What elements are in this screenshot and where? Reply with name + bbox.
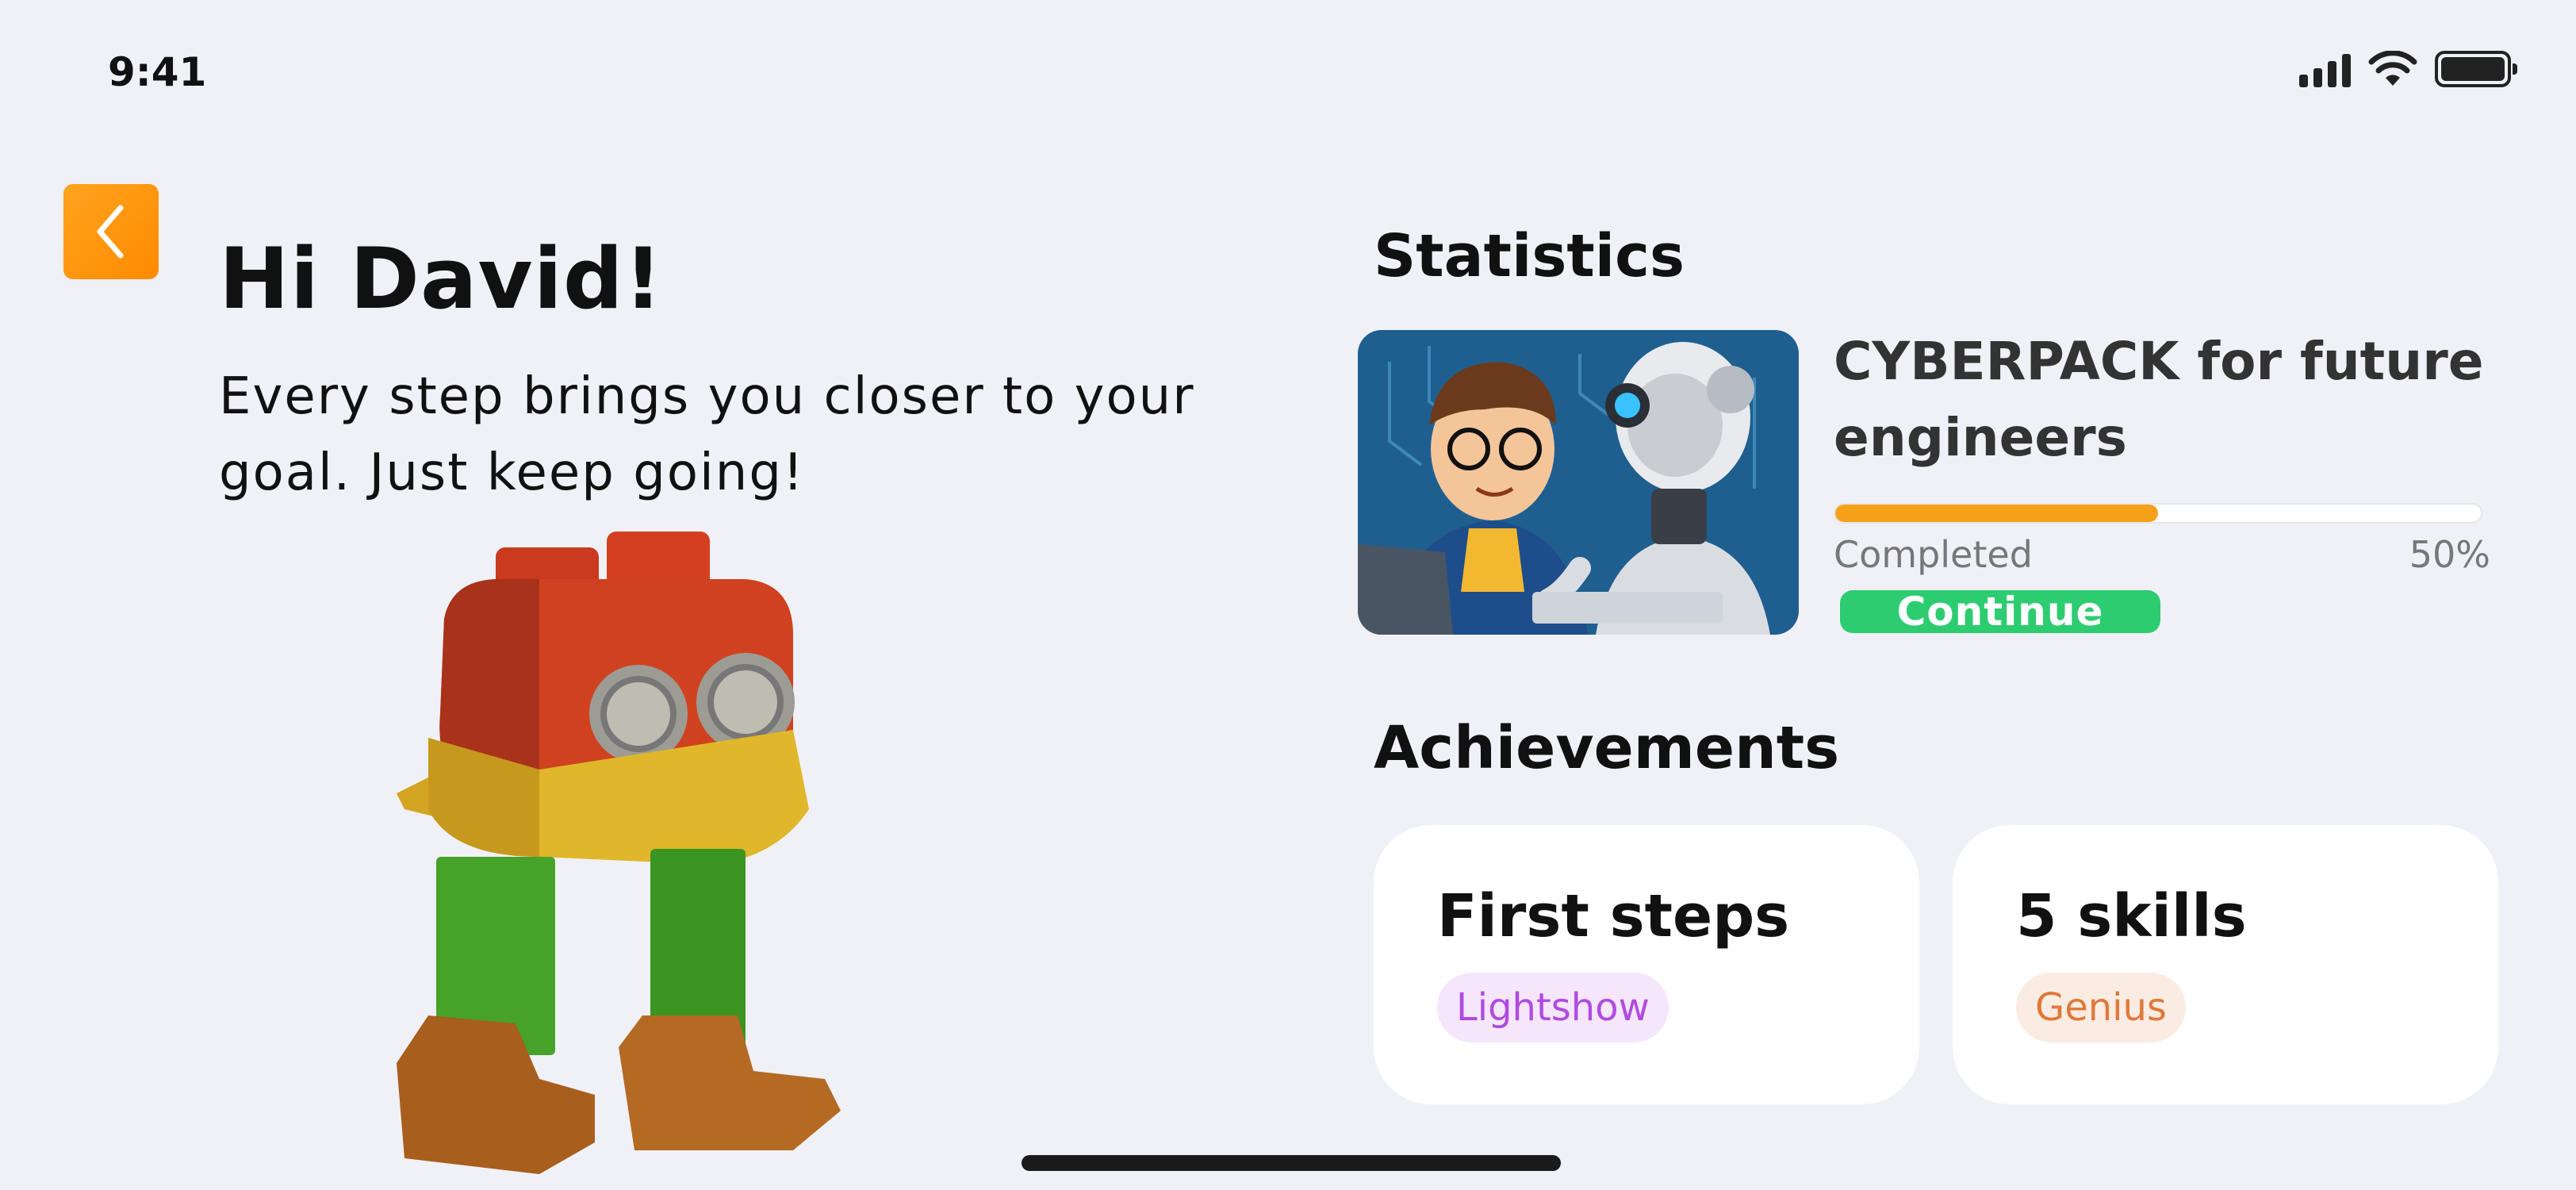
home-indicator[interactable] [1022,1155,1561,1171]
achievement-title: First steps [1437,882,1790,950]
wifi-icon [2368,51,2417,86]
greeting-subtitle: Every step brings you closer to your goa… [219,367,1195,502]
status-time: 9:41 [108,49,207,95]
course-thumbnail[interactable] [1358,330,1799,635]
statistics-title: Statistics [1374,222,1685,290]
greeting-title: Hi David! [219,230,664,328]
status-icons [2299,51,2517,87]
cellular-signal-icon [2299,51,2351,87]
achievement-tag: Genius [2016,973,2186,1042]
course-progress-bar [1834,503,2482,524]
back-button[interactable] [63,184,159,279]
robot-illustration [397,532,841,1174]
achievement-card-5-skills[interactable]: 5 skills Genius [1953,825,2498,1104]
course-progress-fill [1835,505,2158,522]
course-title: CYBERPACK for future engineers [1834,331,2484,468]
achievement-tag: Lightshow [1437,973,1669,1042]
battery-icon [2435,51,2517,87]
completed-label: Completed [1834,533,2033,576]
achievements-title: Achievements [1374,714,1840,782]
achievement-title: 5 skills [2016,882,2247,950]
achievement-card-first-steps[interactable]: First steps Lightshow [1374,825,1919,1104]
continue-button[interactable]: Continue [1840,589,2160,635]
chevron-left-icon [97,205,124,259]
completed-percent: 50% [2409,533,2490,576]
